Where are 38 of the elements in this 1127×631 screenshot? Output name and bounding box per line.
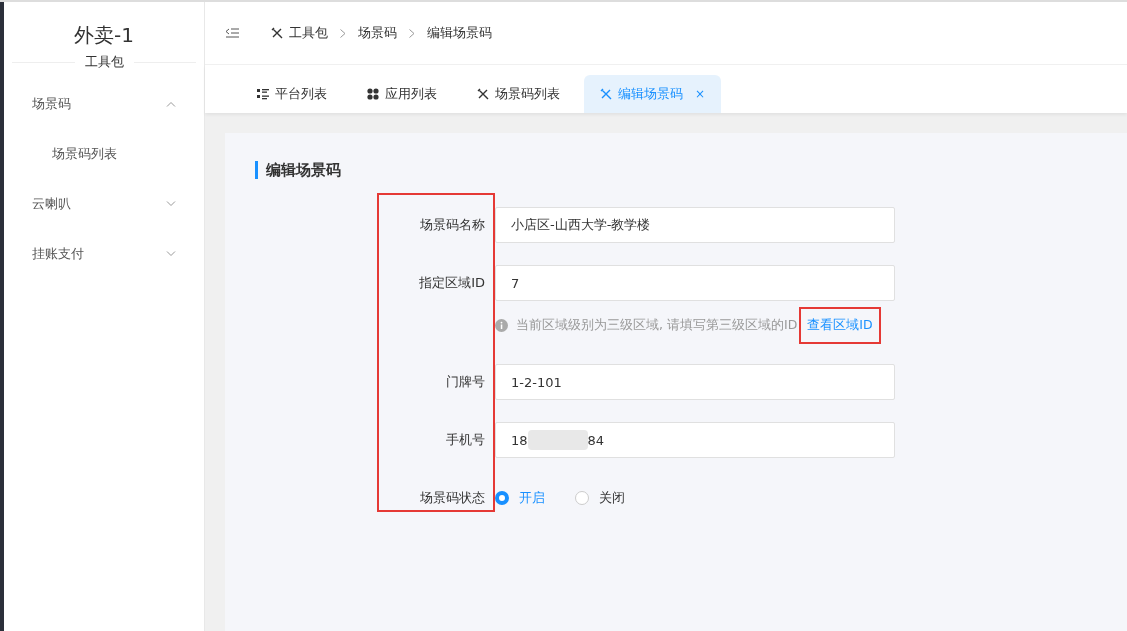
text-field[interactable]: 7: [495, 265, 895, 301]
field-value: 84: [587, 432, 605, 448]
tab[interactable]: 场景码列表: [461, 75, 576, 113]
text-field[interactable]: 小店区-山西大学-教学楼: [495, 207, 895, 243]
chevron-right-icon: [409, 28, 415, 38]
info-icon: [495, 319, 508, 332]
chevron-down-icon: [166, 201, 176, 207]
collapse-menu-icon[interactable]: [225, 27, 239, 39]
chevron-up-icon: [166, 101, 176, 107]
tools-icon: [271, 27, 283, 39]
breadcrumb-link[interactable]: 编辑场景码: [427, 24, 492, 42]
field-label: 场景码状态: [419, 489, 486, 507]
app-title: 外卖-1: [73, 22, 135, 49]
app-subtitle: 工具包: [84, 53, 124, 71]
apps-icon: [367, 88, 379, 100]
text-field[interactable]: 18 84: [495, 422, 895, 458]
section-title: 编辑场景码: [255, 161, 1127, 179]
breadcrumb-link[interactable]: 工具包: [271, 24, 328, 42]
tools-icon: [600, 88, 612, 100]
field-value: 18: [511, 432, 528, 448]
hint-text: 当前区域级别为三级区域, 请填写第三级区域的ID: [516, 317, 798, 334]
tab[interactable]: 应用列表: [351, 75, 453, 113]
field-label: 门牌号: [445, 373, 486, 391]
field-label: 指定区域ID: [418, 274, 486, 292]
radio-option[interactable]: 关闭: [575, 489, 625, 507]
field-label: 手机号: [445, 431, 486, 449]
sidebar-item[interactable]: 云喇叭: [4, 179, 204, 229]
text-field[interactable]: 1-2-101: [495, 364, 895, 400]
sidebar-subitem[interactable]: 场景码列表: [4, 129, 204, 179]
chevron-down-icon: [166, 251, 176, 257]
list-icon: [257, 88, 269, 100]
sidebar-item[interactable]: 挂账支付: [4, 229, 204, 279]
field-label: 场景码名称: [419, 216, 486, 234]
sidebar-item[interactable]: 场景码: [4, 79, 204, 129]
chevron-right-icon: [340, 28, 346, 38]
tools-icon: [477, 88, 489, 100]
tab[interactable]: 平台列表: [241, 75, 343, 113]
breadcrumb-link[interactable]: 场景码: [358, 24, 397, 42]
